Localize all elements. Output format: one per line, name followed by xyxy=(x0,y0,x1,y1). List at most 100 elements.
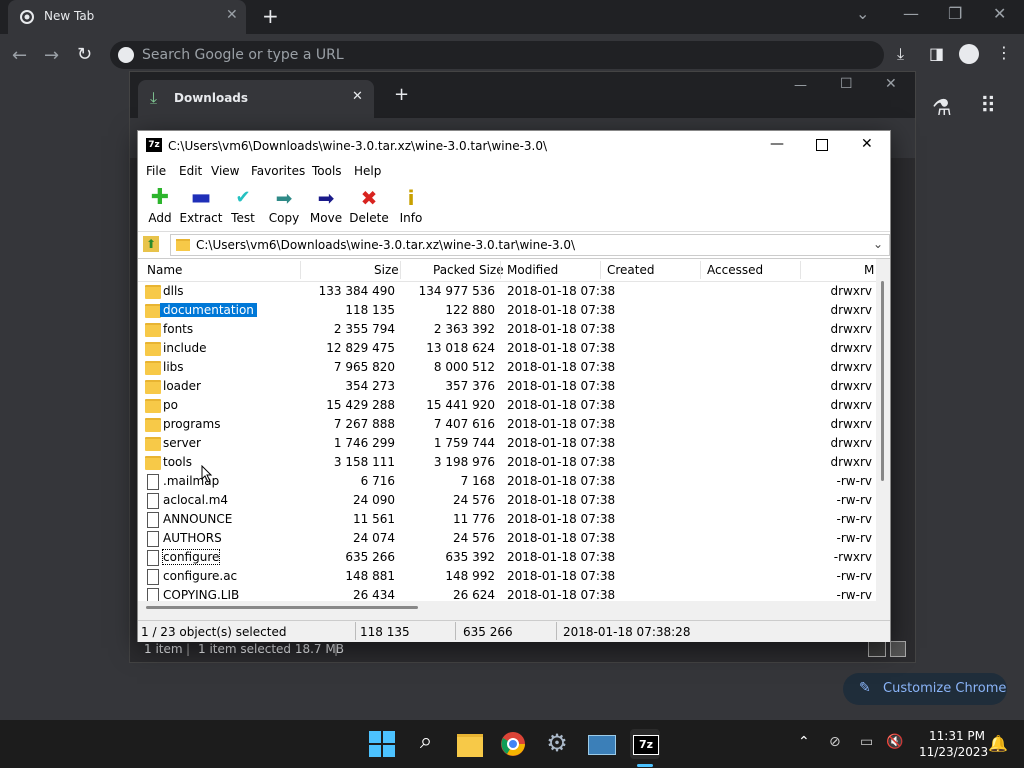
menu-icon[interactable]: ⋮ xyxy=(996,43,1012,62)
info-button[interactable]: i Info xyxy=(389,187,433,229)
close-tab-icon[interactable]: ✕ xyxy=(352,89,363,104)
vertical-scroll-thumb[interactable] xyxy=(881,281,884,481)
add-button[interactable]: ✚ Add xyxy=(138,187,182,229)
folder-row[interactable]: tools 3 158 111 3 198 976 2018-01-18 07:38 d… xyxy=(138,453,876,472)
extract-button[interactable]: ▬ Extract xyxy=(179,187,223,229)
search-icon[interactable]: ⌕ xyxy=(411,729,441,759)
restore-button[interactable]: ❐ xyxy=(948,4,962,23)
file-name: libs xyxy=(163,360,184,374)
file-row[interactable]: AUTHORS 24 074 24 576 2018-01-18 07:38 -rw-r… xyxy=(138,529,876,548)
minimize-button[interactable]: — xyxy=(794,78,807,93)
folder-row[interactable]: fonts 2 355 794 2 363 392 2018-01-18 07:38 d… xyxy=(138,320,876,339)
volume-muted-icon[interactable]: 🔇 xyxy=(886,734,903,750)
file-row[interactable]: COPYING.LIB 26 434 26 624 2018-01-18 07:38 -… xyxy=(138,586,876,601)
remote-desktop-icon[interactable] xyxy=(586,729,616,759)
test-button[interactable]: ✔ Test xyxy=(221,187,265,229)
folder-icon xyxy=(145,399,161,413)
details-view-icon[interactable] xyxy=(868,641,886,657)
maximize-button[interactable] xyxy=(816,139,828,151)
settings-gear-icon[interactable]: ⚙ xyxy=(542,729,572,759)
file-explorer-icon[interactable] xyxy=(455,729,485,759)
apps-grid-icon[interactable]: ⠿ xyxy=(980,94,996,119)
chrome-tab-new-tab[interactable]: New Tab ✕ xyxy=(8,0,246,34)
file-size: 24 074 xyxy=(353,531,395,545)
thumbnail-view-icon[interactable] xyxy=(890,641,906,657)
file-row[interactable]: configure.ac 148 881 148 992 2018-01-18 07:… xyxy=(138,567,876,586)
path-combobox[interactable]: C:\Users\vm6\Downloads\wine-3.0.tar.xz\w… xyxy=(170,234,890,256)
tab-search-icon[interactable]: ⌄ xyxy=(856,4,869,23)
7zip-taskbar-icon[interactable]: 7z xyxy=(630,729,660,759)
folder-row[interactable]: libs 7 965 820 8 000 512 2018-01-18 07:38 dr… xyxy=(138,358,876,377)
forward-icon[interactable]: → xyxy=(44,45,59,66)
file-row[interactable]: configure 635 266 635 392 2018-01-18 07:38 -… xyxy=(138,548,876,567)
labs-flask-icon[interactable]: ⚗ xyxy=(932,96,952,121)
reload-icon[interactable]: ↻ xyxy=(77,44,92,65)
folder-row[interactable]: programs 7 267 888 7 407 616 2018-01-18 07:… xyxy=(138,415,876,434)
menu-tools[interactable]: Tools xyxy=(312,164,342,178)
file-size: 12 829 475 xyxy=(326,341,395,355)
folder-row[interactable]: dlls 133 384 490 134 977 536 2018-01-18 07:… xyxy=(138,282,876,301)
file-packed-size: 122 880 xyxy=(445,303,495,317)
start-button[interactable] xyxy=(367,729,397,759)
clock-time[interactable]: 11:31 PM xyxy=(929,729,985,743)
file-row[interactable]: aclocal.m4 24 090 24 576 2018-01-18 07:38 -r… xyxy=(138,491,876,510)
minimize-button[interactable]: — xyxy=(903,4,919,23)
up-folder-icon[interactable]: ⬆ xyxy=(143,236,159,252)
folder-row[interactable]: loader 354 273 357 376 2018-01-18 07:38 drwx… xyxy=(138,377,876,396)
file-icon xyxy=(147,474,159,490)
move-button[interactable]: ➡ Move xyxy=(304,187,348,229)
chevron-down-icon[interactable]: ⌄ xyxy=(873,237,883,251)
file-row[interactable]: .mailmap 6 716 7 168 2018-01-18 07:38 -rw-rv xyxy=(138,472,876,491)
folder-row[interactable]: documentation 118 135 122 880 2018-01-18 07… xyxy=(138,301,876,320)
file-row[interactable]: ANNOUNCE 11 561 11 776 2018-01-18 07:38 -rw-… xyxy=(138,510,876,529)
file-name: ANNOUNCE xyxy=(163,512,233,526)
side-panel-icon[interactable]: ◨ xyxy=(929,44,944,63)
network-disconnected-icon[interactable]: ⊘ xyxy=(829,734,841,750)
folder-row[interactable]: server 1 746 299 1 759 744 2018-01-18 07:38… xyxy=(138,434,876,453)
minimize-button[interactable]: — xyxy=(770,136,784,152)
file-packed-size: 13 018 624 xyxy=(426,341,495,355)
copy-button[interactable]: ➡ Copy xyxy=(262,187,306,229)
menu-file[interactable]: File xyxy=(146,164,166,178)
clock-date[interactable]: 11/23/2023 xyxy=(919,745,988,759)
maximize-button[interactable]: ☐ xyxy=(840,76,853,92)
menu-favorites[interactable]: Favorites xyxy=(251,164,305,178)
menu-edit[interactable]: Edit xyxy=(179,164,202,178)
download-icon[interactable]: ⤓ xyxy=(897,44,904,64)
downloads-tab[interactable]: ⤓ Downloads ✕ xyxy=(138,80,374,118)
chrome-taskbar-icon[interactable] xyxy=(498,729,528,759)
close-tab-icon[interactable]: ✕ xyxy=(226,7,238,23)
notification-bell-icon[interactable]: 🔔 xyxy=(988,734,1008,753)
mouse-cursor-icon xyxy=(201,465,213,483)
new-tab-button[interactable]: + xyxy=(394,84,409,105)
omnibox[interactable]: Search Google or type a URL xyxy=(110,41,884,69)
file-icon xyxy=(147,588,159,601)
folder-row[interactable]: include 12 829 475 13 018 624 2018-01-18 07… xyxy=(138,339,876,358)
new-tab-button[interactable]: + xyxy=(262,4,279,28)
horizontal-scrollbar[interactable] xyxy=(138,603,876,613)
file-modified: 2018-01-18 07:38 xyxy=(507,550,616,564)
file-icon xyxy=(147,531,159,547)
file-modified: 2018-01-18 07:38 xyxy=(507,512,616,526)
file-modified: 2018-01-18 07:38 xyxy=(507,398,616,412)
file-icon xyxy=(147,569,159,585)
delete-button[interactable]: ✖ Delete xyxy=(347,187,391,229)
file-packed-size: 1 759 744 xyxy=(433,436,495,450)
close-button[interactable]: ✕ xyxy=(993,4,1006,23)
folder-icon xyxy=(145,418,161,432)
menu-help[interactable]: Help xyxy=(354,164,381,178)
back-icon[interactable]: ← xyxy=(12,45,27,66)
close-button[interactable]: ✕ xyxy=(885,76,897,92)
download-arrow-icon: ⤓ xyxy=(150,88,158,107)
file-mode: drwxrv xyxy=(830,284,872,298)
folder-row[interactable]: po 15 429 288 15 441 920 2018-01-18 07:38 dr… xyxy=(138,396,876,415)
close-button[interactable]: ✕ xyxy=(861,136,873,152)
horizontal-scroll-thumb[interactable] xyxy=(146,606,418,609)
display-icon[interactable]: ▭ xyxy=(860,734,873,750)
show-hidden-icons-chevron[interactable]: ⌃ xyxy=(798,734,810,750)
menu-view[interactable]: View xyxy=(211,164,239,178)
vertical-scrollbar[interactable] xyxy=(876,259,890,601)
customize-chrome-button[interactable]: ✎ Customize Chrome xyxy=(843,673,1007,705)
7zip-title-bar: 7z C:\Users\vm6\Downloads\wine-3.0.tar.x… xyxy=(138,131,890,161)
profile-avatar[interactable] xyxy=(959,44,979,64)
